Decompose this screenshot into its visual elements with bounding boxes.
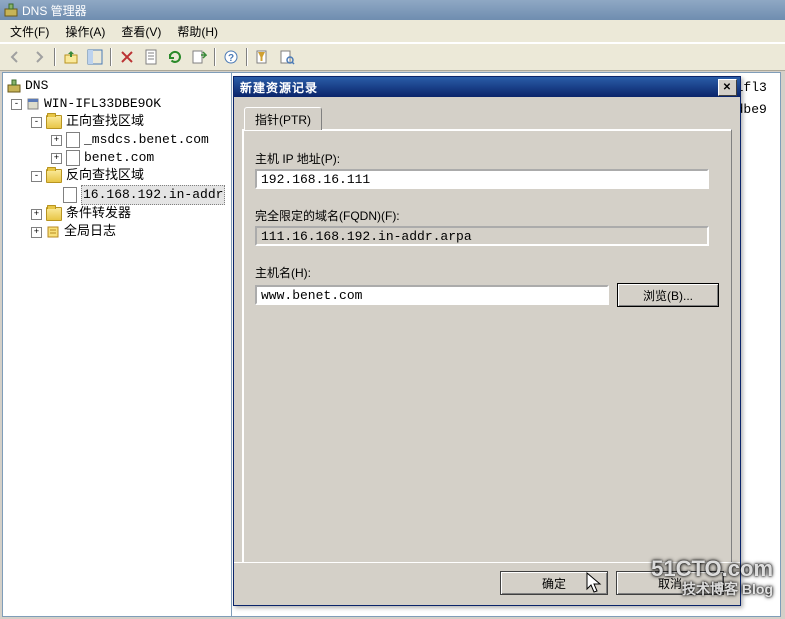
main-title-text: DNS 管理器 (22, 2, 87, 19)
collapse-icon[interactable]: - (31, 171, 42, 182)
collapse-icon[interactable]: - (31, 117, 42, 128)
host-ip-label: 主机 IP 地址(P): (255, 150, 719, 167)
fqdn-field: 111.16.168.192.in-addr.arpa (255, 226, 709, 246)
tab-ptr[interactable]: 指针(PTR) (244, 107, 322, 130)
dialog-body: 指针(PTR) 主机 IP 地址(P): 192.168.16.111 完全限定… (242, 105, 732, 563)
tree-node-cond-fwd[interactable]: + 条件转发器 (7, 205, 227, 223)
browse-button[interactable]: 浏览(B)... (617, 283, 719, 307)
menubar: 文件(F) 操作(A) 查看(V) 帮助(H) (0, 20, 785, 43)
ok-button[interactable]: 确定 (500, 571, 608, 595)
host-ip-field[interactable]: 192.168.16.111 (255, 169, 709, 189)
tree-node-rev-zones[interactable]: - 反向查找区域 (7, 167, 227, 185)
tree-node-fwd1[interactable]: + _msdcs.benet.com (7, 131, 227, 149)
toolbar: ? (0, 43, 785, 71)
toolbar-divider (108, 46, 114, 68)
dns-root-icon (7, 79, 21, 93)
ok-button-label: 确定 (542, 575, 566, 592)
up-button[interactable] (60, 46, 82, 68)
tabs-strip: 指针(PTR) (242, 105, 732, 129)
expand-icon[interactable]: + (51, 153, 62, 164)
tree-pane[interactable]: DNS - WIN-IFL33DBE9OK - 正向查找区域 + (2, 72, 232, 617)
close-button[interactable]: ✕ (718, 79, 737, 96)
app-icon (4, 3, 18, 17)
hostname-field[interactable]: www.benet.com (255, 285, 609, 305)
main-titlebar: DNS 管理器 (0, 0, 785, 20)
folder-icon (46, 207, 62, 221)
expand-icon[interactable]: + (51, 135, 62, 146)
menu-view[interactable]: 查看(V) (117, 21, 165, 42)
browse-button-label: 浏览(B)... (643, 287, 693, 304)
expand-icon[interactable]: + (31, 209, 42, 220)
menu-action[interactable]: 操作(A) (61, 21, 109, 42)
tab-panel: 主机 IP 地址(P): 192.168.16.111 完全限定的域名(FQDN… (242, 129, 732, 563)
dialog-titlebar[interactable]: 新建资源记录 ✕ (234, 77, 740, 97)
menu-file[interactable]: 文件(F) (6, 21, 53, 42)
toolbar-divider (212, 46, 218, 68)
fqdn-label: 完全限定的域名(FQDN)(F): (255, 207, 719, 224)
tree-node-dns[interactable]: DNS (7, 77, 227, 95)
zone-icon (66, 132, 80, 148)
hostname-value: www.benet.com (261, 288, 362, 303)
back-button[interactable] (4, 46, 26, 68)
toolbar-divider (244, 46, 250, 68)
tree-node-log[interactable]: + 全局日志 (7, 223, 227, 241)
hostname-label: 主机名(H): (255, 264, 719, 281)
host-ip-value: 192.168.16.111 (261, 172, 370, 187)
find-button[interactable] (276, 46, 298, 68)
log-icon (46, 225, 60, 239)
export-button[interactable] (188, 46, 210, 68)
zone-icon (63, 187, 77, 203)
dialog-title-text: 新建资源记录 (240, 79, 318, 96)
folder-icon (46, 115, 62, 129)
zone-icon (66, 150, 80, 166)
menu-help[interactable]: 帮助(H) (173, 21, 222, 42)
dialog-footer: 确定 取消 (234, 562, 740, 605)
toolbar-divider (52, 46, 58, 68)
svg-text:?: ? (228, 53, 234, 64)
filter-button[interactable] (252, 46, 274, 68)
tab-label: 指针(PTR) (255, 111, 311, 128)
collapse-icon[interactable]: - (11, 99, 22, 110)
show-hide-tree-button[interactable] (84, 46, 106, 68)
folder-icon (46, 169, 62, 183)
forward-button[interactable] (28, 46, 50, 68)
properties-button[interactable] (140, 46, 162, 68)
tree-node-server[interactable]: - WIN-IFL33DBE9OK (7, 95, 227, 113)
refresh-button[interactable] (164, 46, 186, 68)
delete-button[interactable] (116, 46, 138, 68)
help-button[interactable]: ? (220, 46, 242, 68)
cancel-button[interactable]: 取消 (616, 571, 724, 595)
tree-node-fwd2[interactable]: + benet.com (7, 149, 227, 167)
server-icon (26, 97, 40, 111)
tree-node-fwd-zones[interactable]: - 正向查找区域 (7, 113, 227, 131)
close-icon: ✕ (723, 82, 732, 93)
selected-node-label: 16.168.192.in-addr (81, 185, 225, 205)
new-resource-record-dialog: 新建资源记录 ✕ 指针(PTR) 主机 IP 地址(P): 192.168.16… (233, 76, 741, 606)
tree-node-rev1[interactable]: 16.168.192.in-addr (7, 185, 227, 205)
fqdn-value: 111.16.168.192.in-addr.arpa (261, 229, 472, 244)
cancel-button-label: 取消 (658, 575, 682, 592)
expand-icon[interactable]: + (31, 227, 42, 238)
